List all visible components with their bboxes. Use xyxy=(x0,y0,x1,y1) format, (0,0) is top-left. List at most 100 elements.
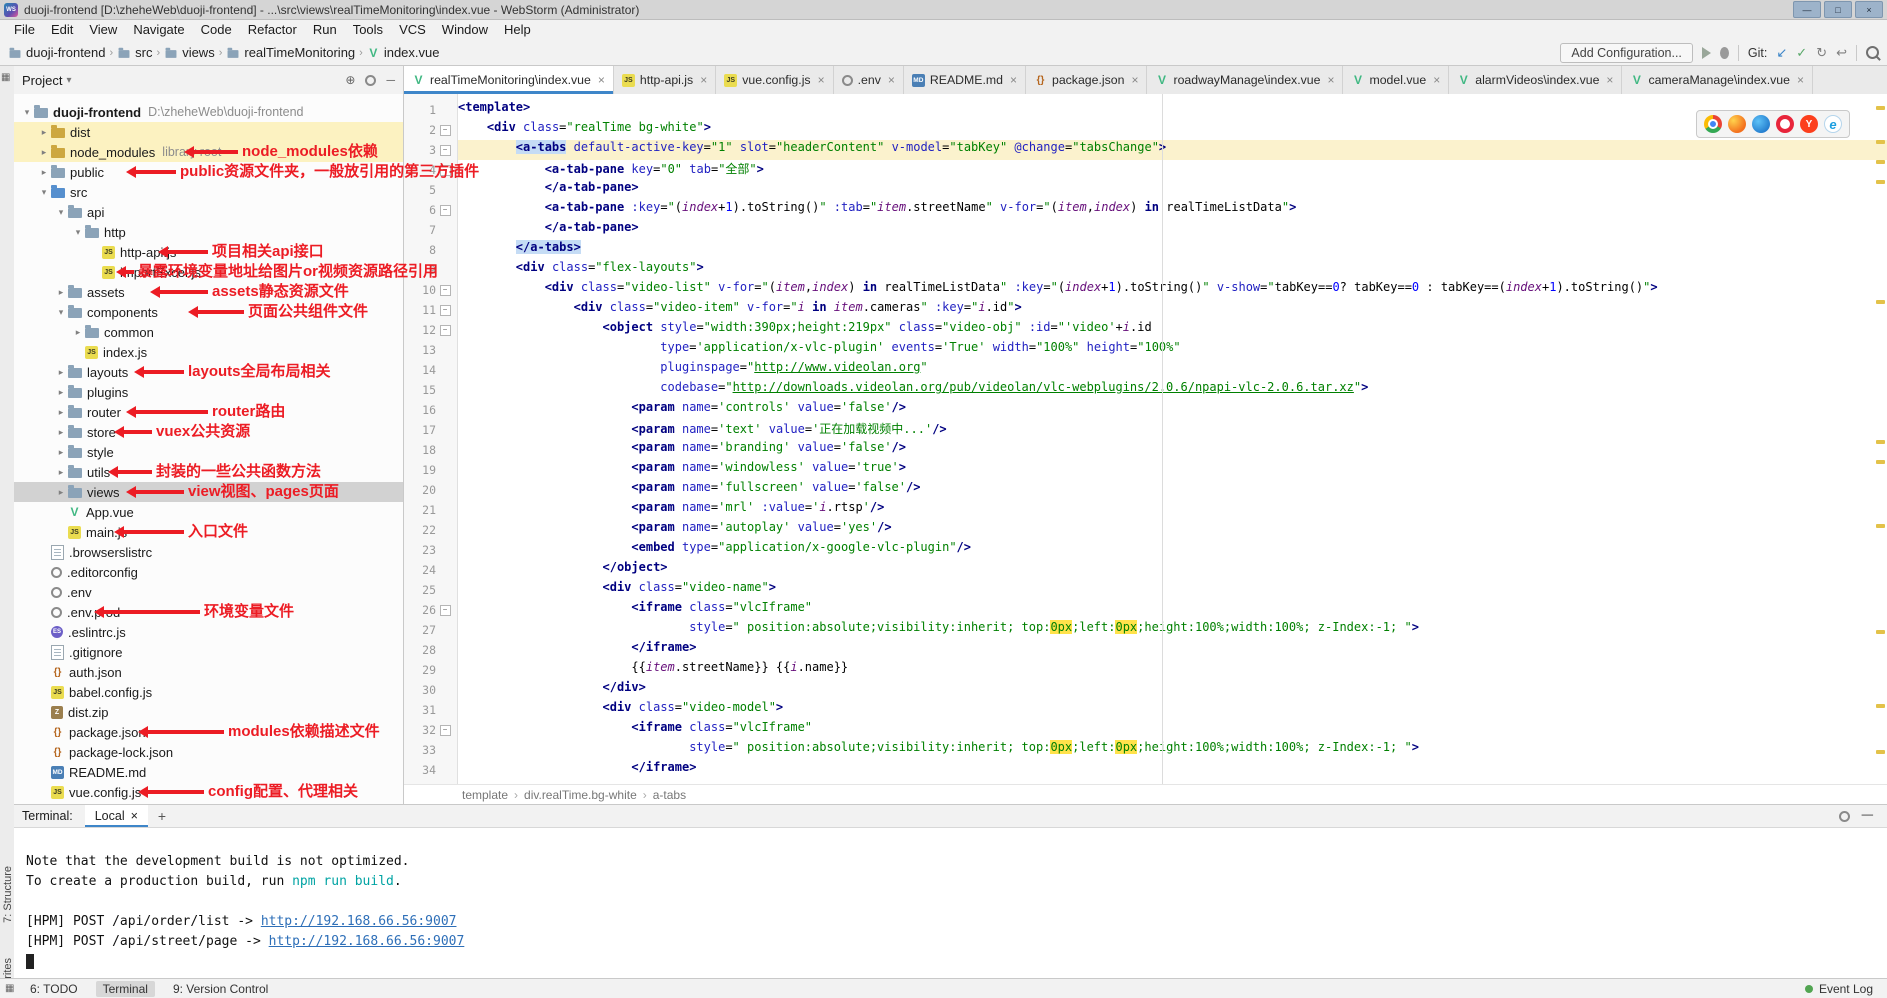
tree-item-components[interactable]: ▾components xyxy=(14,302,403,322)
editor-gutter[interactable]: 1234567891011121314151617181920212223242… xyxy=(404,94,458,785)
hide-panel-icon[interactable]: ─ xyxy=(386,73,395,87)
menu-window[interactable]: Window xyxy=(434,20,496,40)
chevron-collapsed-icon[interactable]: ▸ xyxy=(54,447,68,458)
code-line-20[interactable]: <param name='fullscreen' value='false'/> xyxy=(458,480,1887,500)
tree-item-.editorconfig[interactable]: .editorconfig xyxy=(14,562,403,582)
tree-item-http-api.js[interactable]: JShttp-api.js xyxy=(14,242,403,262)
tree-item-main.js[interactable]: JSmain.js xyxy=(14,522,403,542)
chevron-collapsed-icon[interactable]: ▸ xyxy=(54,467,68,478)
editor-tab-realTimeMonitoring-index.vue[interactable]: VrealTimeMonitoring\index.vue× xyxy=(404,66,614,94)
code-line-14[interactable]: pluginspage="http://www.videolan.org" xyxy=(458,360,1887,380)
statusbar-item-6-todo[interactable]: 6: TODO xyxy=(30,982,78,996)
inspection-mark[interactable] xyxy=(1876,440,1885,444)
breadcrumb-item-realTimeMonitoring[interactable]: realTimeMonitoring xyxy=(226,45,355,60)
code-line-9[interactable]: <div class="flex-layouts"> xyxy=(458,260,1887,280)
chrome-browser-icon[interactable] xyxy=(1704,115,1722,133)
code-line-19[interactable]: <param name='windowless' value='true'> xyxy=(458,460,1887,480)
fold-marker-icon[interactable] xyxy=(436,725,454,736)
tool-window-switcher-icon[interactable]: ▦ xyxy=(1,72,10,83)
chevron-expanded-icon[interactable]: ▾ xyxy=(71,227,85,238)
close-icon[interactable]: × xyxy=(1433,73,1440,87)
fold-marker-icon[interactable] xyxy=(436,325,454,336)
editor-tab-roadwayManage-index.vue[interactable]: VroadwayManage\index.vue× xyxy=(1147,66,1343,94)
editor-body[interactable]: 1234567891011121314151617181920212223242… xyxy=(404,94,1887,785)
maximize-button[interactable]: □ xyxy=(1824,1,1852,18)
debug-icon[interactable] xyxy=(1720,47,1729,59)
chevron-down-icon[interactable]: ▾ xyxy=(66,75,71,86)
chevron-collapsed-icon[interactable]: ▸ xyxy=(37,167,51,178)
stripe-item-structure[interactable]: 7: Structure xyxy=(0,866,14,923)
inspection-mark[interactable] xyxy=(1876,524,1885,528)
menu-vcs[interactable]: VCS xyxy=(391,20,434,40)
tree-item-store[interactable]: ▸store xyxy=(14,422,403,442)
editor-breadcrumb-a-tabs[interactable]: a-tabs xyxy=(653,788,686,802)
tree-item-duoji-frontend[interactable]: ▾duoji-frontendD:\zheheWeb\duoji-fronten… xyxy=(14,102,403,122)
tree-item-assets[interactable]: ▸assets xyxy=(14,282,403,302)
inspection-mark[interactable] xyxy=(1876,460,1885,464)
menu-view[interactable]: View xyxy=(81,20,125,40)
inspection-mark[interactable] xyxy=(1876,160,1885,164)
editor-tab-cameraManage-index.vue[interactable]: VcameraManage\index.vue× xyxy=(1622,66,1813,94)
chevron-collapsed-icon[interactable]: ▸ xyxy=(54,387,68,398)
code-line-13[interactable]: type='application/x-vlc-plugin' events='… xyxy=(458,340,1887,360)
close-icon[interactable]: × xyxy=(1606,73,1613,87)
code-line-15[interactable]: codebase="http://downloads.videolan.org/… xyxy=(458,380,1887,400)
tree-item-router[interactable]: ▸router xyxy=(14,402,403,422)
chevron-collapsed-icon[interactable]: ▸ xyxy=(54,287,68,298)
inspection-mark[interactable] xyxy=(1876,704,1885,708)
editor-tab-.env[interactable]: .env× xyxy=(834,66,904,94)
settings-icon[interactable] xyxy=(365,75,376,86)
tree-item-.env.prod[interactable]: .env.prod xyxy=(14,602,403,622)
inspection-mark[interactable] xyxy=(1876,750,1885,754)
code-line-25[interactable]: <div class="video-name"> xyxy=(458,580,1887,600)
breadcrumb-item-src[interactable]: src xyxy=(117,45,152,60)
code-line-10[interactable]: <div class="video-list" v-for="(item,ind… xyxy=(458,280,1887,300)
firefox-browser-icon[interactable] xyxy=(1728,115,1746,133)
code-line-6[interactable]: <a-tab-pane :key="(index+1).toString()" … xyxy=(458,200,1887,220)
code-line-34[interactable]: </iframe> xyxy=(458,760,1887,780)
code-line-1[interactable]: <template> xyxy=(458,100,1887,120)
close-icon[interactable]: × xyxy=(818,73,825,87)
chevron-collapsed-icon[interactable]: ▸ xyxy=(54,427,68,438)
tree-item-utils[interactable]: ▸utils xyxy=(14,462,403,482)
code-line-2[interactable]: <div class="realTime bg-white"> xyxy=(458,120,1887,140)
tree-item-http[interactable]: ▾http xyxy=(14,222,403,242)
editor-tab-README.md[interactable]: MDREADME.md× xyxy=(904,66,1026,94)
tree-item-vue.config.js[interactable]: JSvue.config.js xyxy=(14,782,403,802)
yandex-browser-icon[interactable]: Y xyxy=(1800,115,1818,133)
terminal-output[interactable]: Note that the development build is not o… xyxy=(14,828,1887,972)
close-icon[interactable]: × xyxy=(888,73,895,87)
fold-marker-icon[interactable] xyxy=(436,125,454,136)
close-icon[interactable]: × xyxy=(1327,73,1334,87)
terminal-link[interactable]: http://192.168.66.56:9007 xyxy=(261,914,457,929)
inspection-mark[interactable] xyxy=(1876,630,1885,634)
code-line-12[interactable]: <object style="width:390px;height:219px"… xyxy=(458,320,1887,340)
close-icon[interactable]: × xyxy=(1131,73,1138,87)
chevron-collapsed-icon[interactable]: ▸ xyxy=(54,407,68,418)
code-line-27[interactable]: style=" position:absolute;visibility:inh… xyxy=(458,620,1887,640)
code-line-8[interactable]: </a-tabs> xyxy=(458,240,1887,260)
tree-item-common[interactable]: ▸common xyxy=(14,322,403,342)
breadcrumb-item-duoji-frontend[interactable]: duoji-frontend xyxy=(8,45,106,60)
new-terminal-button[interactable]: + xyxy=(158,808,166,824)
editor-tab-model.vue[interactable]: Vmodel.vue× xyxy=(1343,66,1449,94)
editor-tab-package.json[interactable]: {}package.json× xyxy=(1026,66,1147,94)
code-line-17[interactable]: <param name='text' value='正在加载视频中...'/> xyxy=(458,420,1887,440)
chevron-expanded-icon[interactable]: ▾ xyxy=(20,107,34,118)
git-update-icon[interactable]: ↙ xyxy=(1776,46,1787,59)
code-line-23[interactable]: <embed type="application/x-google-vlc-pl… xyxy=(458,540,1887,560)
chevron-collapsed-icon[interactable]: ▸ xyxy=(71,327,85,338)
tree-item-babel.config.js[interactable]: JSbabel.config.js xyxy=(14,682,403,702)
add-configuration-button[interactable]: Add Configuration... xyxy=(1560,43,1693,63)
chevron-collapsed-icon[interactable]: ▸ xyxy=(54,367,68,378)
menu-tools[interactable]: Tools xyxy=(345,20,391,40)
hide-terminal-icon[interactable]: ─ xyxy=(1862,807,1873,825)
tree-item-style[interactable]: ▸style xyxy=(14,442,403,462)
tree-item-.browserslistrc[interactable]: .browserslistrc xyxy=(14,542,403,562)
tree-item-README.md[interactable]: MDREADME.md xyxy=(14,762,403,782)
fold-marker-icon[interactable] xyxy=(436,305,454,316)
close-icon[interactable]: × xyxy=(131,809,138,823)
code-line-21[interactable]: <param name='mrl' :value='i.rtsp'/> xyxy=(458,500,1887,520)
minimize-button[interactable]: — xyxy=(1793,1,1821,18)
code-line-28[interactable]: </iframe> xyxy=(458,640,1887,660)
